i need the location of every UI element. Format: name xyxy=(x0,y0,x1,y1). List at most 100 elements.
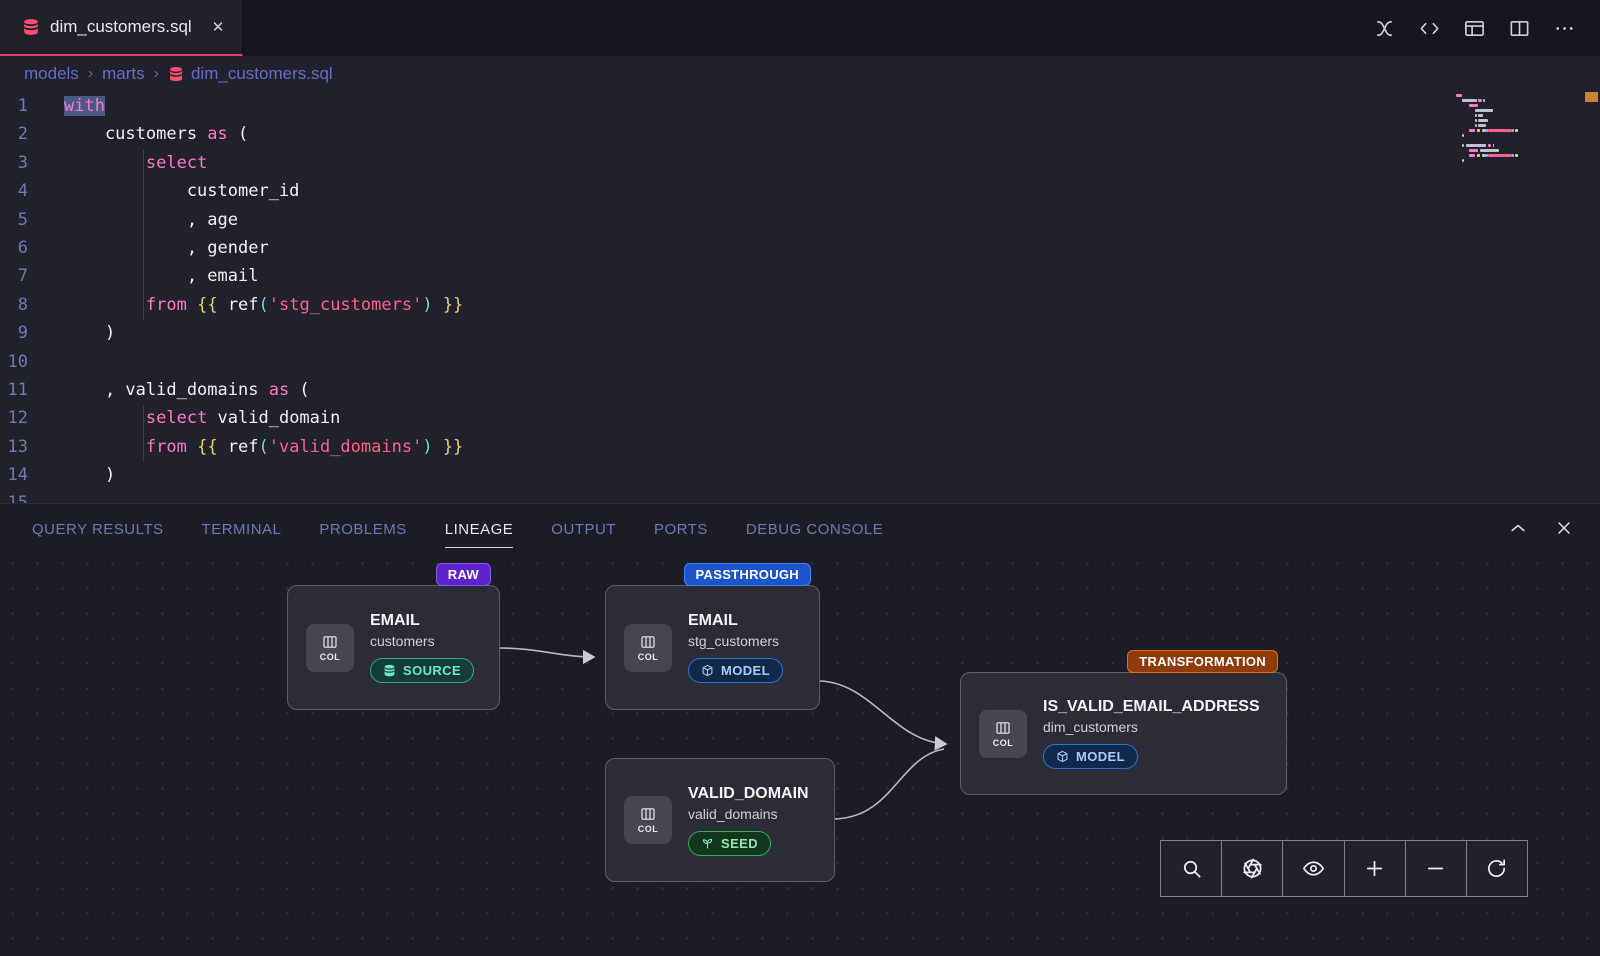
cube-icon xyxy=(701,664,714,677)
line-number: 4 xyxy=(0,177,64,205)
overview-ruler-marker xyxy=(1585,92,1598,102)
code-line: 3 select xyxy=(0,149,1600,177)
code-line: 11 , valid_domains as ( xyxy=(0,376,1600,404)
editor-tab-bar: dim_customers.sql ✕ xyxy=(0,0,1600,56)
line-number: 11 xyxy=(0,376,64,404)
column-icon: COL xyxy=(624,796,672,844)
breadcrumb-separator: › xyxy=(154,65,159,83)
code-line: 8 from {{ ref('stg_customers') }} xyxy=(0,291,1600,319)
more-actions-icon[interactable] xyxy=(1553,17,1576,40)
database-icon xyxy=(383,664,396,677)
code-lines: 1with2 customers as (3 select4 customer_… xyxy=(0,92,1600,503)
line-number: 15 xyxy=(0,489,64,503)
refresh-icon[interactable] xyxy=(1466,841,1527,896)
panel-tab-output[interactable]: OUTPUT xyxy=(551,507,616,548)
panel-tab-ports[interactable]: PORTS xyxy=(654,507,708,548)
node-subtitle: customers xyxy=(370,633,474,649)
zoom-out-icon[interactable] xyxy=(1405,841,1466,896)
node-title: VALID_DOMAIN xyxy=(688,785,809,803)
database-icon xyxy=(22,18,40,36)
model-badge[interactable]: MODEL xyxy=(688,658,783,683)
node-tag-passthrough: PASSTHROUGH xyxy=(684,563,811,586)
app-window: dim_customers.sql ✕ models › marts › xyxy=(0,0,1600,956)
lineage-node-customers[interactable]: RAW COL EMAIL customers SOURCE xyxy=(287,585,500,710)
database-icon xyxy=(168,66,184,82)
eye-icon[interactable] xyxy=(1282,841,1343,896)
line-number: 8 xyxy=(0,291,64,319)
node-tag-transformation: TRANSFORMATION xyxy=(1127,650,1278,673)
lineage-node-stg-customers[interactable]: PASSTHROUGH COL EMAIL stg_customers MODE… xyxy=(605,585,820,710)
line-number: 12 xyxy=(0,404,64,432)
line-number: 5 xyxy=(0,206,64,234)
tab-close-icon[interactable]: ✕ xyxy=(212,18,225,36)
panel-tab-bar: QUERY RESULTS TERMINAL PROBLEMS LINEAGE OUTP… xyxy=(0,503,1600,551)
line-number: 13 xyxy=(0,433,64,461)
code-line: 4 customer_id xyxy=(0,177,1600,205)
tab-title: dim_customers.sql xyxy=(50,17,192,37)
lineage-node-valid-domains[interactable]: COL VALID_DOMAIN valid_domains SEED xyxy=(605,758,835,882)
tab-dim-customers[interactable]: dim_customers.sql ✕ xyxy=(0,0,243,56)
node-subtitle: valid_domains xyxy=(688,806,809,822)
column-icon: COL xyxy=(306,624,354,672)
column-icon: COL xyxy=(624,624,672,672)
panel-tab-debug-console[interactable]: DEBUG CONSOLE xyxy=(746,507,883,548)
node-tag-raw: RAW xyxy=(436,563,491,586)
line-number: 9 xyxy=(0,319,64,347)
indent-guide xyxy=(143,405,144,461)
breadcrumb-file[interactable]: dim_customers.sql xyxy=(168,64,333,84)
code-line: 1with xyxy=(0,92,1600,120)
line-number: 10 xyxy=(0,348,64,376)
breadcrumb-models[interactable]: models xyxy=(24,64,79,84)
breadcrumb: models › marts › dim_customers.sql xyxy=(0,56,1600,92)
close-panel-icon[interactable] xyxy=(1554,518,1574,538)
search-icon[interactable] xyxy=(1161,841,1221,896)
lineage-canvas[interactable]: RAW COL EMAIL customers SOURCE xyxy=(0,551,1600,956)
code-line: 13 from {{ ref('valid_domains') }} xyxy=(0,433,1600,461)
line-number: 14 xyxy=(0,461,64,489)
code-line: 5 , age xyxy=(0,206,1600,234)
panel-tab-lineage[interactable]: LINEAGE xyxy=(445,507,514,548)
code-icon[interactable] xyxy=(1418,17,1441,40)
code-line: 7 , email xyxy=(0,262,1600,290)
curved-x-icon[interactable] xyxy=(1373,17,1396,40)
collapse-panel-icon[interactable] xyxy=(1508,518,1528,538)
line-number: 1 xyxy=(0,92,64,120)
node-subtitle: stg_customers xyxy=(688,633,783,649)
sprout-icon xyxy=(701,837,714,850)
line-number: 7 xyxy=(0,262,64,290)
model-badge[interactable]: MODEL xyxy=(1043,744,1138,769)
split-editor-icon[interactable] xyxy=(1508,17,1531,40)
code-line: 14 ) xyxy=(0,461,1600,489)
line-number: 6 xyxy=(0,234,64,262)
column-icon: COL xyxy=(979,710,1027,758)
code-line: 2 customers as ( xyxy=(0,120,1600,148)
breadcrumb-marts[interactable]: marts xyxy=(102,64,145,84)
aperture-icon[interactable] xyxy=(1221,841,1282,896)
line-number: 2 xyxy=(0,120,64,148)
code-line: 12 select valid_domain xyxy=(0,404,1600,432)
graph-toolbar xyxy=(1160,840,1528,897)
source-badge[interactable]: SOURCE xyxy=(370,658,474,683)
panel-tab-query-results[interactable]: QUERY RESULTS xyxy=(32,507,164,548)
lineage-node-dim-customers[interactable]: TRANSFORMATION COL IS_VALID_EMAIL_ADDRES… xyxy=(960,672,1287,795)
zoom-in-icon[interactable] xyxy=(1344,841,1405,896)
code-line: 6 , gender xyxy=(0,234,1600,262)
code-line: 15 xyxy=(0,489,1600,503)
minimap[interactable] xyxy=(1456,94,1564,169)
panel-tab-terminal[interactable]: TERMINAL xyxy=(202,507,282,548)
tab-bar-actions xyxy=(1373,0,1600,56)
panel-tab-problems[interactable]: PROBLEMS xyxy=(319,507,406,548)
code-line: 9 ) xyxy=(0,319,1600,347)
preview-window-icon[interactable] xyxy=(1463,17,1486,40)
node-subtitle: dim_customers xyxy=(1043,719,1260,735)
indent-guide xyxy=(143,150,144,320)
code-editor[interactable]: 1with2 customers as (3 select4 customer_… xyxy=(0,92,1600,503)
seed-badge[interactable]: SEED xyxy=(688,831,771,856)
line-number: 3 xyxy=(0,149,64,177)
node-title: EMAIL xyxy=(370,612,474,630)
node-title: EMAIL xyxy=(688,612,783,630)
breadcrumb-separator: › xyxy=(88,65,93,83)
panel-actions xyxy=(1508,518,1574,538)
cube-icon xyxy=(1056,750,1069,763)
node-title: IS_VALID_EMAIL_ADDRESS xyxy=(1043,698,1260,716)
